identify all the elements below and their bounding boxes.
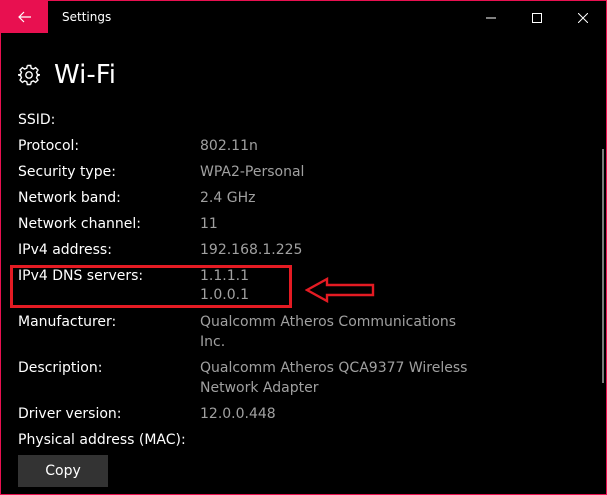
close-icon xyxy=(577,8,589,27)
protocol-value: 802.11n xyxy=(200,138,258,154)
driver-version-label: Driver version: xyxy=(18,406,122,422)
network-channel-value: 11 xyxy=(200,216,218,232)
network-band-value: 2.4 GHz xyxy=(200,190,256,206)
ipv4-address-label: IPv4 address: xyxy=(18,242,112,258)
page-title: Wi-Fi xyxy=(54,60,117,90)
title-bar: Settings xyxy=(1,1,606,33)
ssid-label: SSID: xyxy=(18,112,56,128)
back-button[interactable] xyxy=(1,1,48,33)
security-type-value: WPA2-Personal xyxy=(200,164,305,180)
manufacturer-value-line1: Qualcomm Atheros Communications xyxy=(200,314,457,330)
page-header: Wi-Fi xyxy=(18,57,116,93)
window-title: Settings xyxy=(62,10,112,24)
description-value-line1: Qualcomm Atheros QCA9377 Wireless xyxy=(200,360,468,376)
copy-button[interactable]: Copy xyxy=(18,455,108,487)
security-type-label: Security type: xyxy=(18,164,116,180)
gear-icon xyxy=(18,64,40,86)
maximize-button[interactable] xyxy=(514,1,560,33)
physical-address-label: Physical address (MAC): xyxy=(18,432,186,448)
manufacturer-label: Manufacturer: xyxy=(18,314,117,330)
network-channel-label: Network channel: xyxy=(18,216,142,232)
settings-window: Settings Wi-Fi SSID: Protocol: 802.11n S… xyxy=(0,0,607,495)
description-value-line2: Network Adapter xyxy=(200,380,319,396)
maximize-icon xyxy=(532,8,542,27)
minimize-button[interactable] xyxy=(468,1,514,33)
ipv4-address-value: 192.168.1.225 xyxy=(200,242,303,258)
driver-version-value: 12.0.0.448 xyxy=(200,406,276,422)
protocol-label: Protocol: xyxy=(18,138,80,154)
back-arrow-icon xyxy=(17,8,32,27)
minimize-icon xyxy=(486,8,496,27)
scrollbar-thumb[interactable] xyxy=(602,149,604,383)
left-arrow-annotation-icon xyxy=(304,276,375,307)
manufacturer-value-line2: Inc. xyxy=(200,334,226,350)
network-band-label: Network band: xyxy=(18,190,121,206)
annotation-highlight-box xyxy=(10,265,292,308)
description-label: Description: xyxy=(18,360,103,376)
close-button[interactable] xyxy=(560,1,606,33)
